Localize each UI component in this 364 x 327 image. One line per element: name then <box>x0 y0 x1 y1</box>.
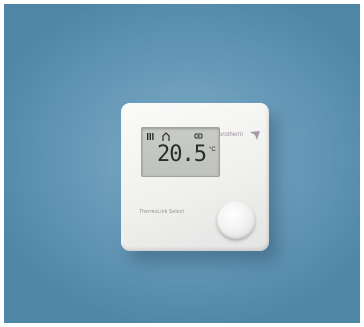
temperature-readout: 20.5 <box>157 142 207 167</box>
house-icon <box>162 132 170 141</box>
photo-background: 20.5 °C protherm ThermoLink Select <box>4 4 360 323</box>
model-label: ThermoLink Select <box>139 209 185 215</box>
thermostat-device: 20.5 °C protherm ThermoLink Select <box>121 103 269 251</box>
radiator-icon <box>147 133 154 140</box>
lcd-icon-row <box>146 132 216 142</box>
brand-logo: protherm <box>219 131 261 143</box>
lcd-display: 20.5 °C <box>141 127 220 177</box>
brand-mark-icon <box>250 131 260 140</box>
control-knob[interactable] <box>217 201 255 239</box>
brand-logo-text: protherm <box>219 132 244 138</box>
heat-icon <box>194 133 203 139</box>
temperature-unit: °C <box>209 147 216 153</box>
